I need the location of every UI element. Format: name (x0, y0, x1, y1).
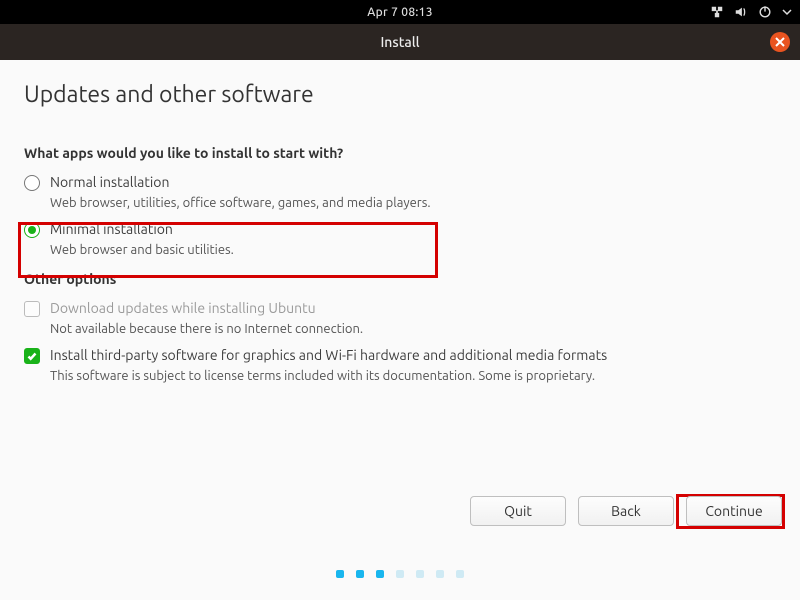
window-titlebar: Install (0, 24, 800, 60)
dot (456, 570, 464, 578)
option-third-party[interactable]: Install third-party software for graphic… (24, 344, 776, 391)
dot (436, 570, 444, 578)
other-options-label: Other options (24, 271, 776, 287)
option-label: Install third-party software for graphic… (50, 347, 607, 363)
installer-page: Updates and other software What apps wou… (0, 60, 800, 391)
checkbox-icon (24, 348, 40, 364)
option-desc: Web browser and basic utilities. (50, 243, 234, 257)
network-icon (710, 5, 724, 19)
window-title: Install (380, 34, 419, 50)
option-label: Normal installation (50, 174, 431, 190)
power-icon (758, 5, 772, 19)
option-minimal-installation[interactable]: Minimal installation Web browser and bas… (24, 218, 776, 265)
dot (416, 570, 424, 578)
progress-dots (0, 570, 800, 578)
option-label: Minimal installation (50, 221, 234, 237)
panel-tray[interactable] (710, 0, 792, 24)
close-button[interactable] (770, 32, 790, 52)
apps-question: What apps would you like to install to s… (24, 145, 776, 161)
option-label: Download updates while installing Ubuntu (50, 300, 363, 316)
volume-icon (734, 5, 748, 19)
checkbox-icon (24, 301, 40, 317)
option-desc: Web browser, utilities, office software,… (50, 196, 431, 210)
dot (376, 570, 384, 578)
gnome-top-panel: Apr 7 08:13 (0, 0, 800, 24)
radio-icon (24, 175, 40, 191)
option-normal-installation[interactable]: Normal installation Web browser, utiliti… (24, 171, 776, 218)
option-desc: This software is subject to license term… (50, 369, 607, 383)
option-download-updates: Download updates while installing Ubuntu… (24, 297, 776, 344)
chevron-down-icon (782, 7, 792, 17)
dot (396, 570, 404, 578)
panel-clock: Apr 7 08:13 (367, 6, 433, 19)
action-bar: Quit Back Continue (0, 496, 800, 526)
radio-icon (24, 222, 40, 238)
dot (356, 570, 364, 578)
continue-button[interactable]: Continue (686, 496, 782, 526)
dot (336, 570, 344, 578)
quit-button[interactable]: Quit (470, 496, 566, 526)
option-desc: Not available because there is no Intern… (50, 322, 363, 336)
back-button[interactable]: Back (578, 496, 674, 526)
page-heading: Updates and other software (24, 82, 776, 107)
